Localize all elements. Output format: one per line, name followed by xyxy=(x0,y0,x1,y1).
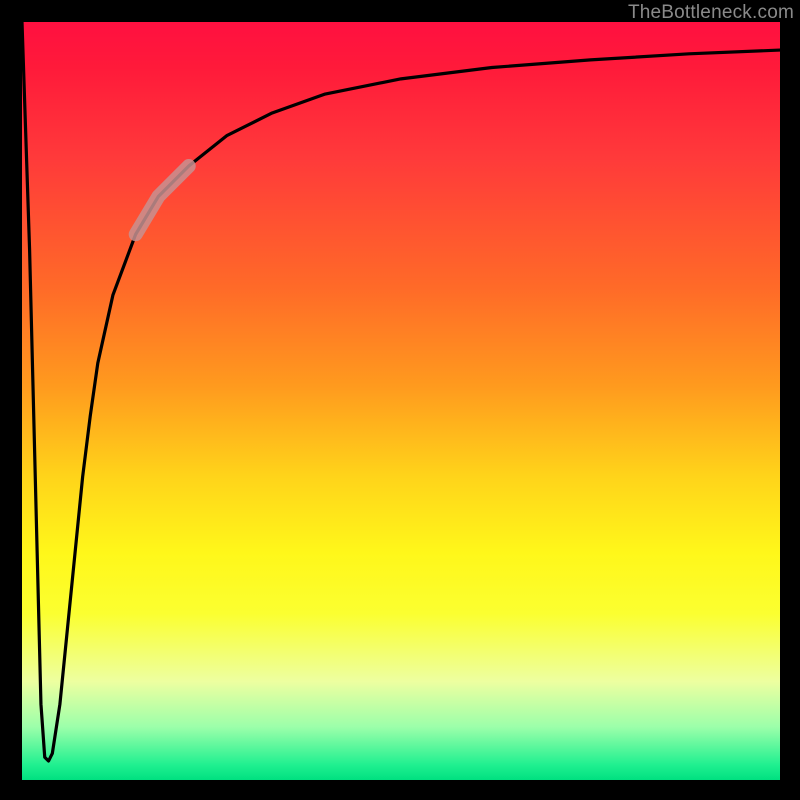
watermark-text: TheBottleneck.com xyxy=(628,2,794,24)
marker-segment xyxy=(136,166,189,234)
plot-area xyxy=(22,22,780,780)
curve-svg xyxy=(22,22,780,780)
chart-frame: TheBottleneck.com xyxy=(0,0,800,800)
bottleneck-curve xyxy=(22,22,780,761)
